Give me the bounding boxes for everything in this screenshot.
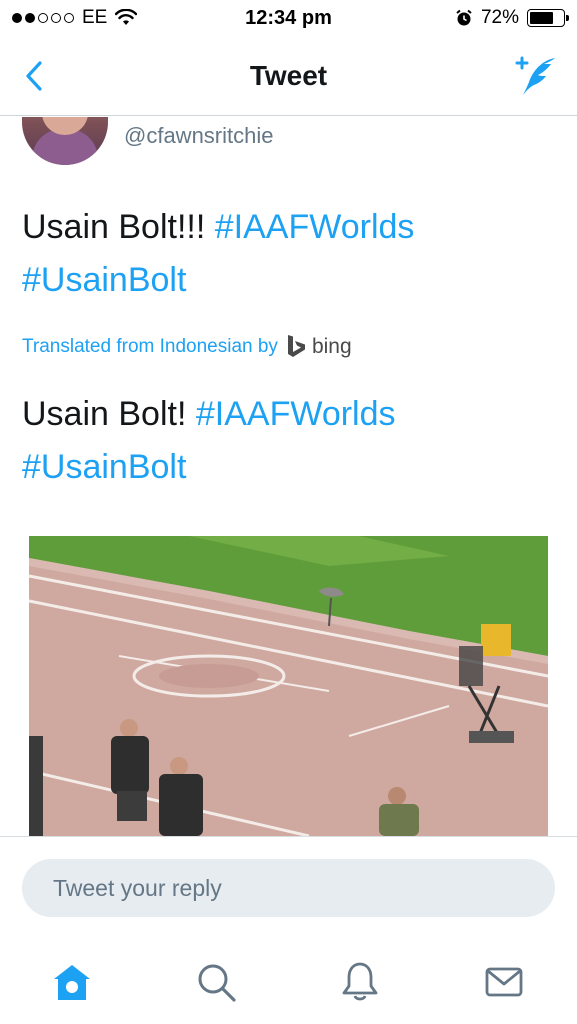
- tab-bar: [0, 936, 577, 1024]
- bing-icon: [287, 335, 305, 357]
- translation-attribution[interactable]: Translated from Indonesian by bing: [22, 334, 352, 360]
- status-right: 72%: [455, 7, 569, 29]
- translated-text: Usain Bolt!: [22, 395, 187, 433]
- messages-icon[interactable]: [482, 960, 526, 1004]
- tweet-translated-text: Usain Bolt! #IAAFWorlds #UsainBolt: [22, 388, 562, 494]
- nav-bar: Tweet: [0, 38, 577, 116]
- tweet-original-text: Usain Bolt!!! #IAAFWorlds #UsainBolt: [22, 201, 562, 307]
- compose-tweet-icon[interactable]: [513, 54, 559, 98]
- notifications-icon[interactable]: [338, 960, 382, 1004]
- alarm-icon: [456, 9, 472, 26]
- bing-logo: bing: [286, 334, 352, 360]
- page-title: Tweet: [249, 60, 328, 91]
- reply-input[interactable]: Tweet your reply: [22, 859, 555, 917]
- reply-bar: Tweet your reply: [0, 836, 577, 936]
- user-handle[interactable]: @cfawnsritchie: [124, 123, 274, 149]
- battery-percent: 72%: [480, 7, 519, 28]
- search-icon[interactable]: [194, 960, 238, 1004]
- avatar[interactable]: [22, 117, 108, 165]
- hashtag-link[interactable]: #IAAFWorlds: [196, 395, 396, 433]
- hashtag-link[interactable]: #UsainBolt: [22, 261, 186, 299]
- status-bar: EE 12:34 pm 72%: [0, 0, 577, 38]
- tweet-photo[interactable]: [29, 536, 548, 836]
- hashtag-link[interactable]: #IAAFWorlds: [215, 208, 415, 246]
- tweet-detail: @cfawnsritchie Usain Bolt!!! #IAAFWorlds…: [0, 117, 577, 836]
- translator-name: bing: [311, 335, 352, 358]
- home-icon[interactable]: [50, 960, 94, 1004]
- tweet-text: Usain Bolt!!!: [22, 208, 206, 246]
- battery-icon: [527, 9, 569, 27]
- translated-label: Translated from Indonesian by: [22, 336, 278, 357]
- hashtag-link[interactable]: #UsainBolt: [22, 448, 186, 486]
